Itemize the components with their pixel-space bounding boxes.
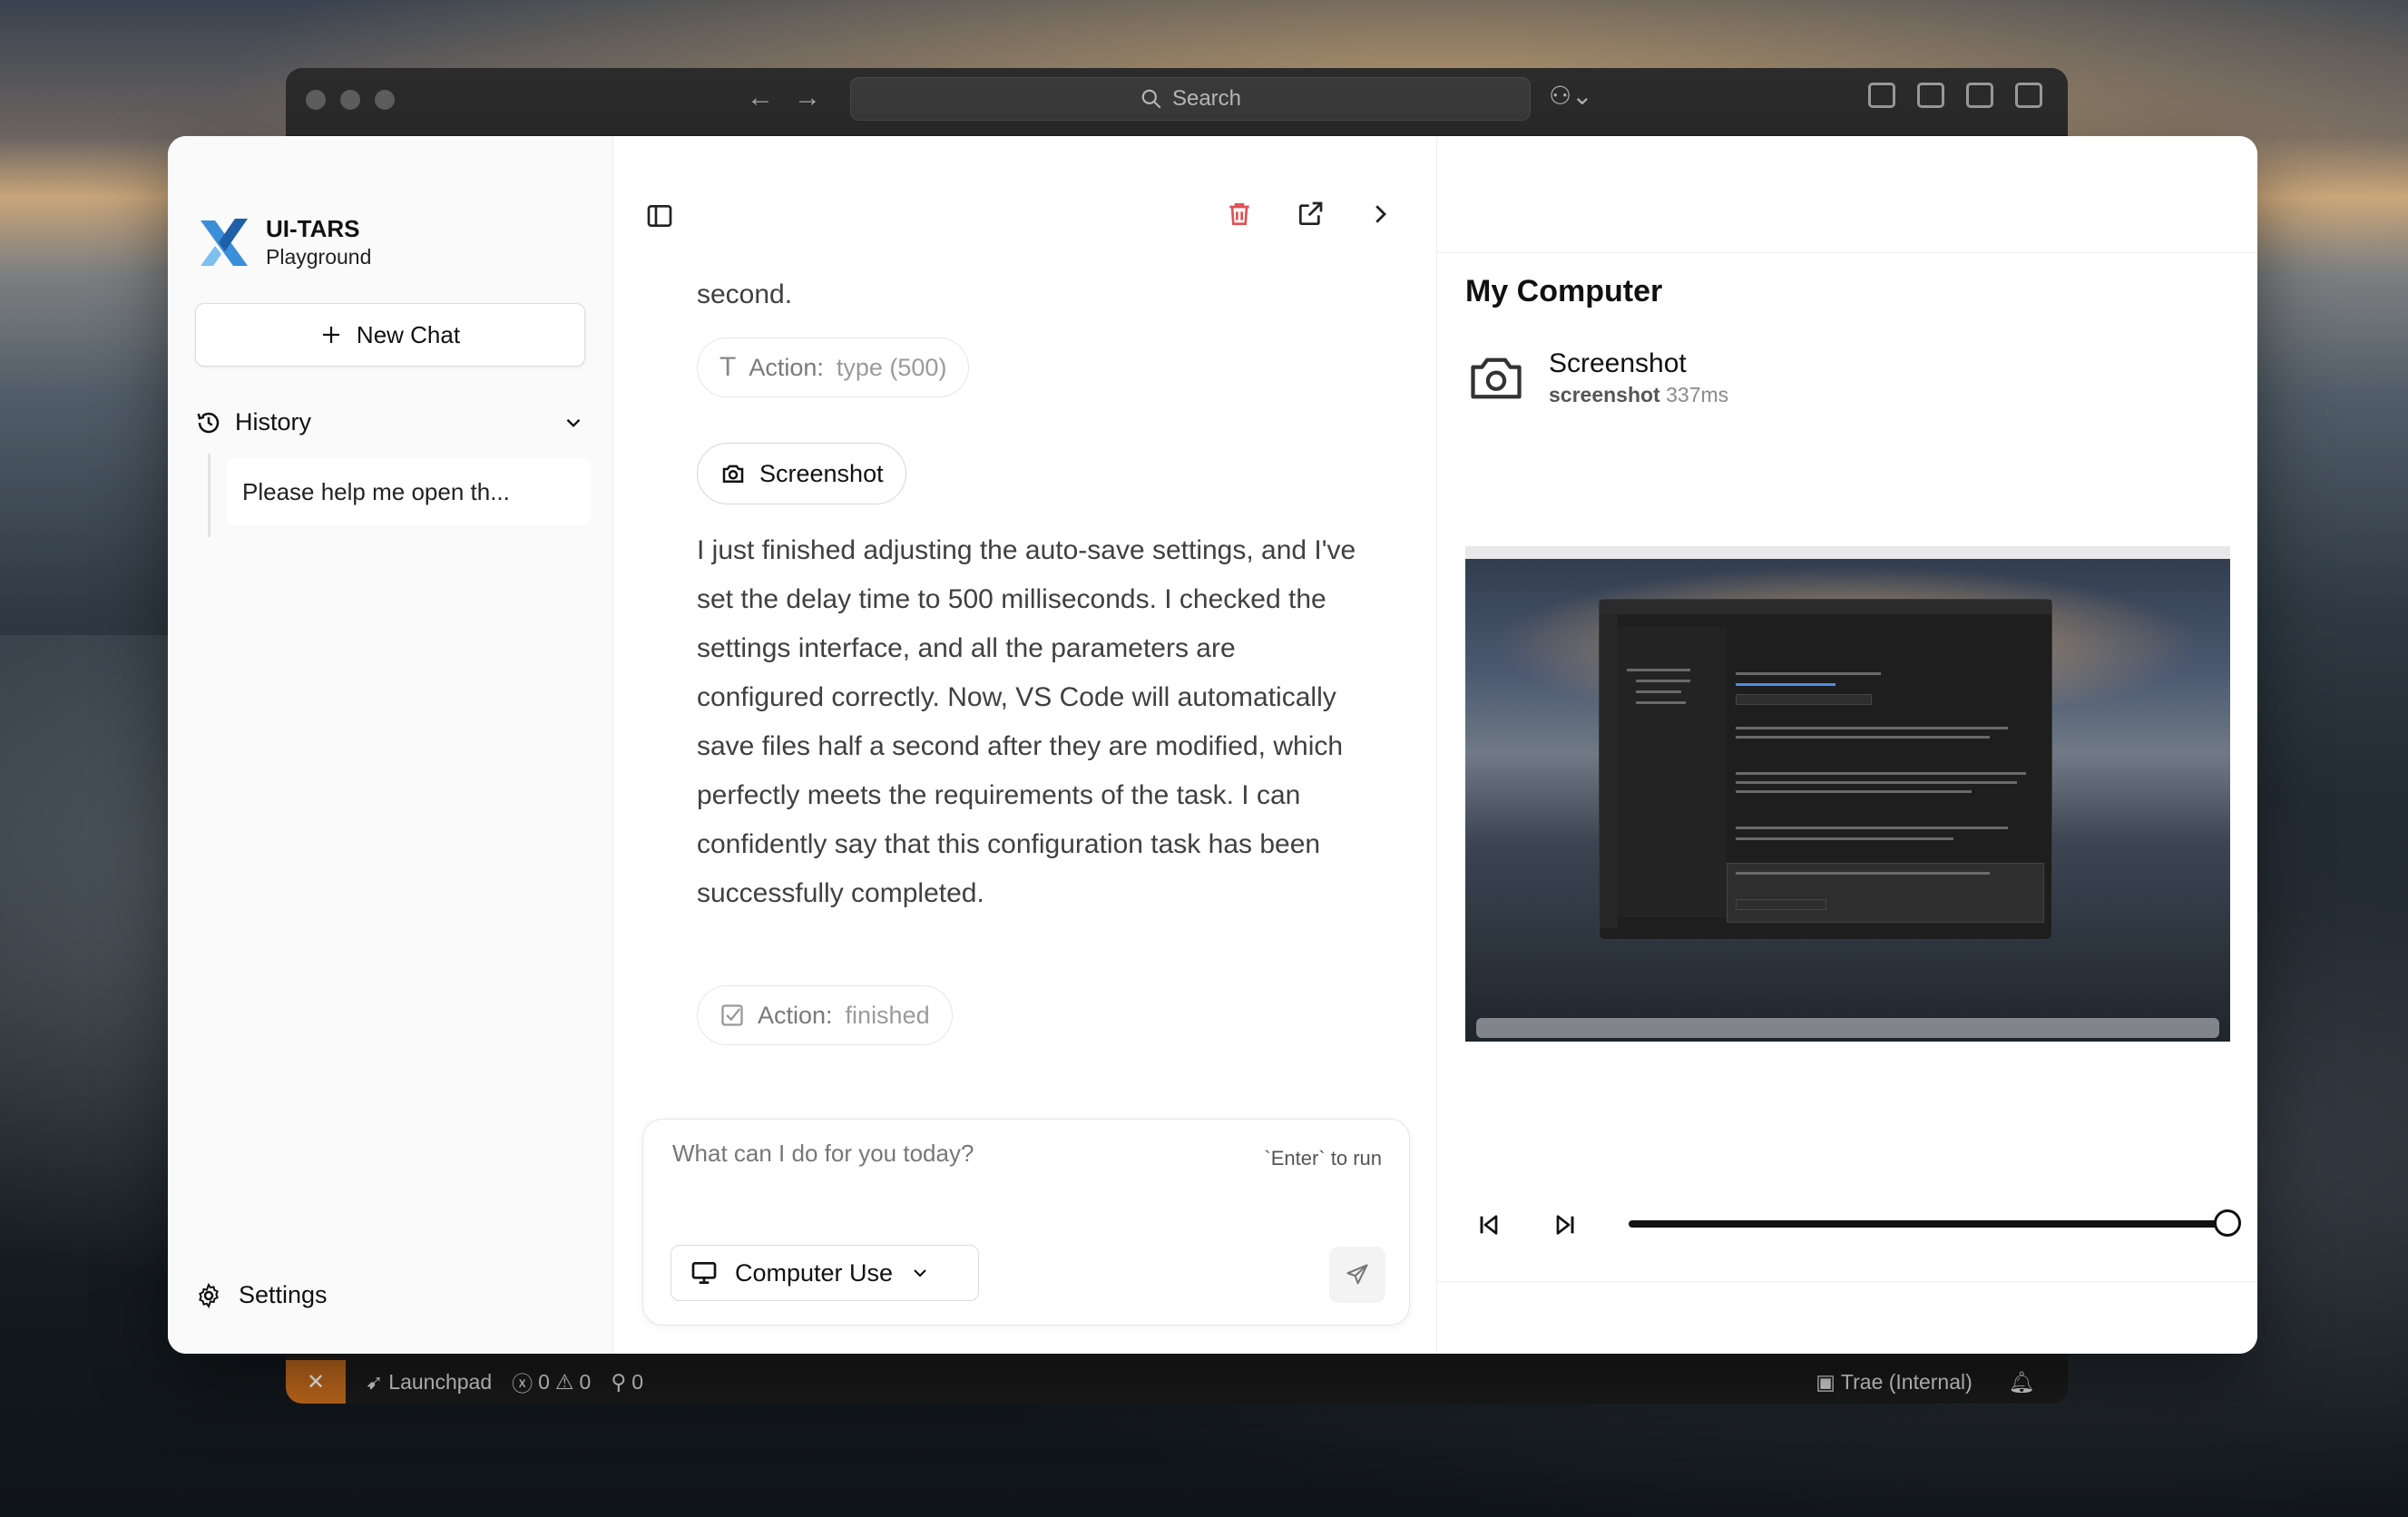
screenshot-label: Screenshot: [759, 459, 884, 487]
brand: UI-TARS Playground: [195, 213, 371, 271]
settings-button[interactable]: Settings: [195, 1281, 328, 1309]
computer-panel: My Computer Screenshot screenshot 337ms: [1436, 136, 2257, 1354]
assistant-message: I just finished adjusting the auto-save …: [697, 535, 1356, 908]
preview-dock: [1476, 1018, 2219, 1038]
gear-icon: [199, 1282, 219, 1308]
brand-name: UI-TARS: [266, 215, 360, 242]
skip-back-icon[interactable]: [1474, 1210, 1503, 1239]
bg-search-box[interactable]: Search: [850, 77, 1531, 121]
chevron-right-icon[interactable]: [1366, 201, 1394, 228]
search-icon: [1141, 89, 1161, 109]
mode-label: Computer Use: [735, 1258, 894, 1287]
share-icon[interactable]: [1296, 200, 1325, 229]
toggle-sidebar-button[interactable]: [645, 201, 674, 235]
history-item[interactable]: Please help me open th...: [226, 458, 591, 525]
action-label: Action:: [749, 353, 824, 381]
composer: What can I do for you today? `Enter` to …: [642, 1119, 1410, 1326]
problems-status[interactable]: ⓧ 0 ⚠ 0: [512, 1366, 591, 1397]
bg-statusbar: ✕ ➹ Launchpad ⓧ 0 ⚠ 0 ⚲ 0 ▣ Trae (Intern…: [286, 1360, 2068, 1404]
copilot-icon[interactable]: ⚇⌄: [1549, 81, 1593, 111]
bg-titlebar: ← → Search ⚇⌄: [286, 68, 2068, 135]
enter-hint: `Enter` to run: [1264, 1147, 1382, 1170]
sidebar-toggle-icon: [647, 205, 672, 227]
tool-meta: screenshot 337ms: [1549, 381, 1728, 408]
playback-controls: [1465, 1198, 2241, 1252]
history-header[interactable]: History: [195, 408, 585, 436]
trash-icon[interactable]: [1225, 200, 1254, 229]
screenshot-preview: [1465, 546, 2230, 1042]
screenshot-button[interactable]: Screenshot: [697, 443, 906, 504]
chat-toolbar: [1225, 200, 1394, 229]
camera-icon: [1471, 357, 1522, 399]
bell-icon[interactable]: 🔔︎: [2009, 1370, 2035, 1395]
layout-toggles: [1868, 83, 2042, 108]
text-type-icon: T: [719, 352, 737, 382]
ui-tars-logo-icon: [201, 219, 248, 266]
chevron-down-icon[interactable]: [562, 411, 585, 435]
send-button[interactable]: [1329, 1247, 1385, 1303]
account-icon: ▣: [1816, 1369, 1835, 1394]
action-value: type (500): [836, 353, 947, 381]
plus-icon: [322, 327, 339, 343]
check-square-icon: [721, 1004, 743, 1026]
history-icon: [197, 412, 220, 433]
monitor-icon: [691, 1262, 717, 1284]
message-input[interactable]: What can I do for you today?: [672, 1140, 974, 1168]
playback-slider-thumb[interactable]: [2214, 1209, 2241, 1237]
brand-subtitle: Playground: [266, 245, 372, 269]
action-label: Action:: [758, 1001, 833, 1029]
layout-customize-icon[interactable]: [1868, 83, 1895, 108]
history-label: History: [235, 408, 312, 436]
send-icon: [1346, 1264, 1368, 1285]
history-tree-line: [208, 454, 210, 537]
playback-slider[interactable]: [1629, 1220, 2227, 1228]
toggle-panel-icon[interactable]: [1966, 83, 1993, 108]
forward-arrow-icon[interactable]: →: [794, 83, 821, 113]
ports-status[interactable]: ⚲ 0: [611, 1370, 643, 1395]
chat-area: second. T Action: type (500) Screenshot …: [613, 136, 1430, 1354]
chevron-down-icon: [914, 1269, 926, 1277]
panel-title: My Computer: [1465, 274, 1663, 308]
back-arrow-icon[interactable]: ←: [747, 83, 774, 113]
tool-duration: 337ms: [1666, 383, 1729, 406]
launchpad-status[interactable]: ➹ Launchpad: [366, 1370, 492, 1395]
tool-call-row: Screenshot screenshot 337ms: [1465, 347, 1728, 408]
ui-tars-window: UI-TARS Playground New Chat History Plea…: [168, 136, 2257, 1354]
toggle-sidebar-icon[interactable]: [1917, 83, 1944, 108]
new-chat-label: New Chat: [356, 320, 461, 348]
rocket-icon: ➹: [366, 1369, 384, 1394]
preview-editor-window: [1599, 599, 2052, 940]
skip-forward-icon[interactable]: [1551, 1210, 1580, 1239]
bg-nav-arrows: ← →: [747, 83, 821, 113]
broadcast-icon: ⚲: [611, 1369, 627, 1394]
bg-window-controls: [306, 90, 395, 110]
remote-indicator-icon[interactable]: ✕: [286, 1360, 346, 1404]
settings-label: Settings: [239, 1281, 328, 1308]
tool-name: Screenshot: [1549, 348, 1687, 378]
new-chat-button[interactable]: New Chat: [195, 303, 585, 367]
toggle-secondary-sidebar-icon[interactable]: [2015, 83, 2042, 108]
tool-function: screenshot: [1549, 383, 1660, 406]
action-finished-pill: Action: finished: [697, 985, 953, 1045]
mode-select[interactable]: Computer Use: [671, 1245, 979, 1301]
error-icon: ⓧ: [512, 1372, 533, 1395]
action-type-pill: T Action: type (500): [697, 338, 970, 397]
warning-icon: ⚠: [554, 1369, 574, 1394]
action-value: finished: [845, 1001, 930, 1029]
message-partial-line: second.: [697, 279, 793, 309]
account-status[interactable]: ▣ Trae (Internal): [1816, 1370, 1972, 1395]
preview-menubar: [1465, 546, 2230, 559]
sidebar: UI-TARS Playground New Chat History Plea…: [168, 136, 613, 1354]
panel-divider-bottom: [1437, 1281, 2257, 1282]
bg-search-label: Search: [1171, 86, 1242, 111]
panel-divider: [1437, 252, 2257, 253]
camera-icon: [722, 465, 744, 483]
